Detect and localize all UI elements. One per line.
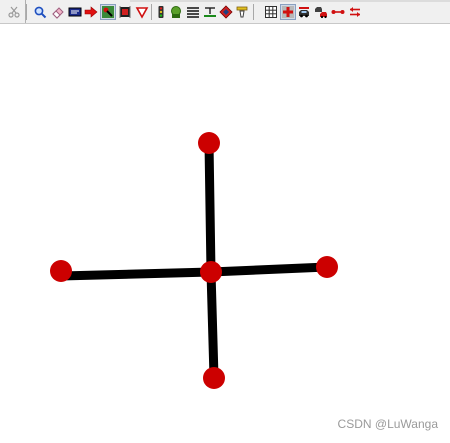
watermark: CSDN @LuWanga (338, 417, 438, 431)
right-node[interactable] (316, 256, 338, 278)
triangle-down-icon[interactable] (135, 5, 149, 19)
edge-center-bottom (211, 272, 214, 377)
link-icon[interactable] (331, 5, 345, 19)
toolbar-separator (151, 4, 152, 20)
display-icon[interactable] (68, 5, 82, 19)
drawing-canvas[interactable] (0, 24, 450, 439)
text-style-icon[interactable] (203, 5, 217, 19)
cut-icon[interactable] (7, 5, 21, 19)
vehicle-pair-icon[interactable] (314, 5, 328, 19)
lines-icon[interactable] (186, 5, 200, 19)
grid-icon[interactable] (264, 5, 278, 19)
left-node[interactable] (50, 260, 72, 282)
panel-tab-line (130, 0, 450, 2)
home-icon[interactable] (169, 5, 183, 19)
arrow-right-icon[interactable] (84, 5, 98, 19)
bottom-node[interactable] (203, 367, 225, 389)
network-graph (0, 24, 450, 439)
select-tool-icon[interactable] (101, 5, 115, 19)
edge-center-left (61, 272, 211, 276)
swap-icon[interactable] (348, 5, 362, 19)
measure-icon[interactable] (235, 5, 249, 19)
search-icon[interactable] (33, 5, 47, 19)
toolbar-separator (26, 4, 27, 20)
traffic-light-icon[interactable] (154, 5, 168, 19)
chip-icon[interactable] (118, 5, 132, 19)
paint-icon[interactable] (219, 5, 233, 19)
car-icon[interactable] (297, 5, 311, 19)
center-node[interactable] (200, 261, 222, 283)
eraser-icon[interactable] (51, 5, 65, 19)
toolbar-separator (253, 4, 254, 20)
toolbar (0, 0, 450, 24)
edge-center-top (209, 143, 211, 272)
crosshair-icon[interactable] (281, 5, 295, 19)
edge-center-right (211, 267, 327, 272)
top-node[interactable] (198, 132, 220, 154)
